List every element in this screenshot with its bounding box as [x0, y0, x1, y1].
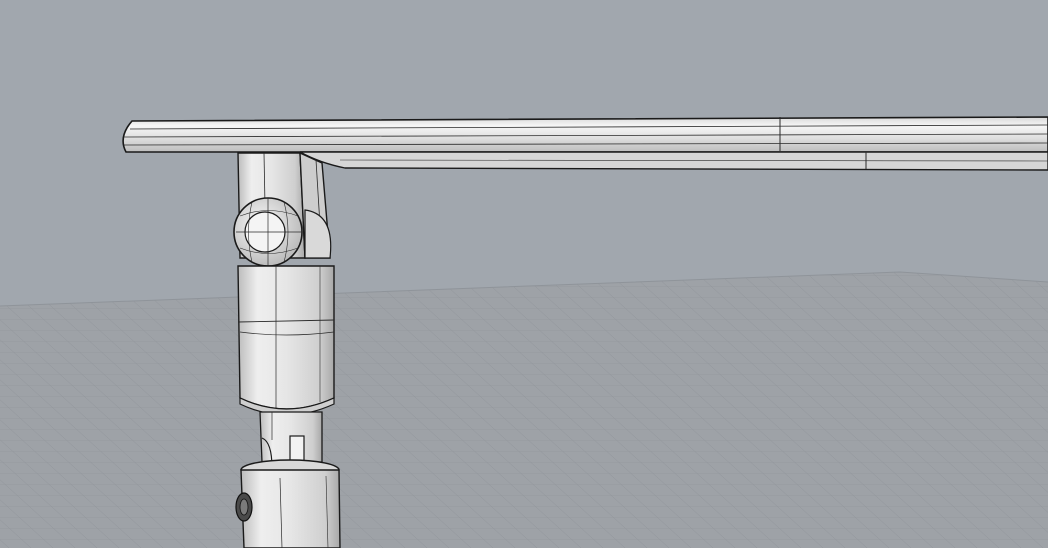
ground-grid-lines [0, 272, 1048, 548]
lower-stem-tube[interactable] [240, 459, 341, 548]
upper-stem-sleeve[interactable] [237, 265, 335, 416]
bolt-icon[interactable] [235, 492, 253, 522]
viewport-canvas[interactable] [0, 0, 1048, 548]
3d-viewport[interactable] [0, 0, 1048, 548]
